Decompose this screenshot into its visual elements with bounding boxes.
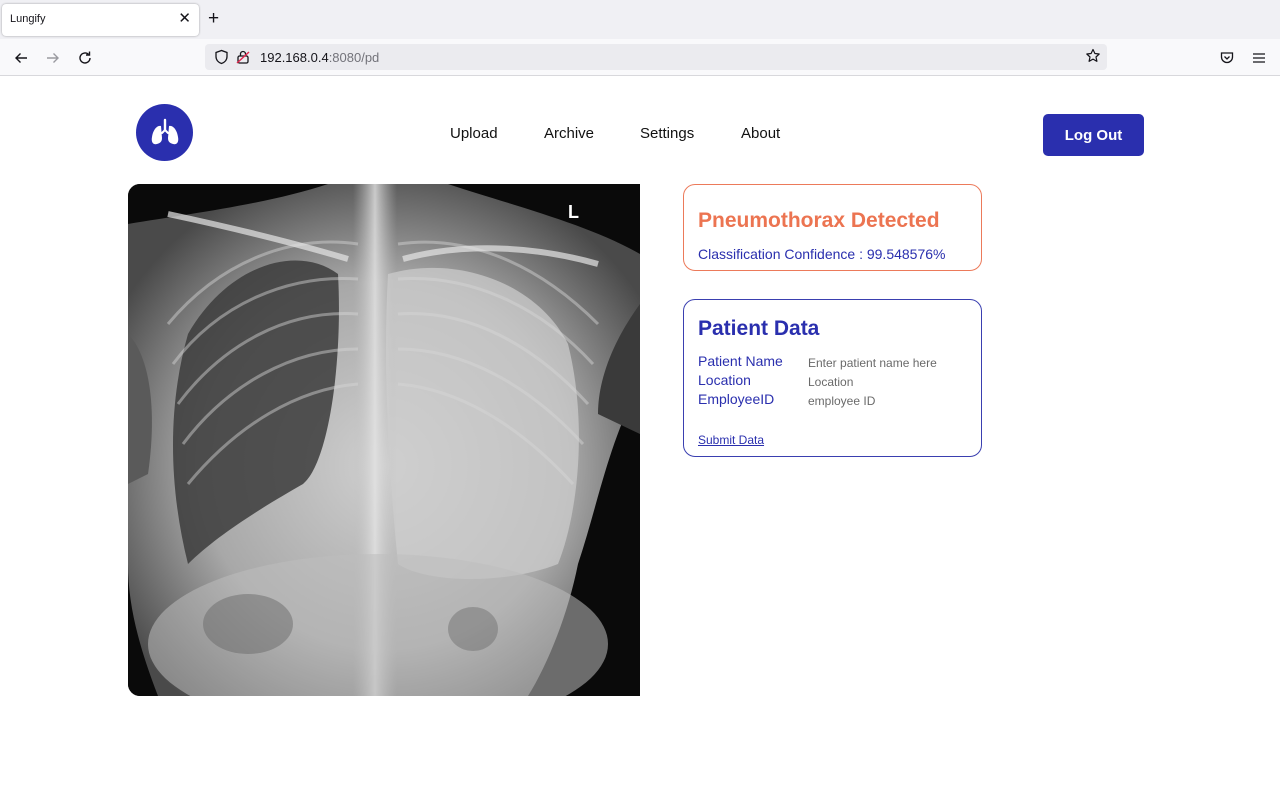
classification-confidence: Classification Confidence : 99.548576%	[698, 246, 946, 262]
shield-icon[interactable]	[214, 49, 229, 70]
forward-arrow-icon[interactable]	[42, 47, 64, 69]
chest-xray-image: L	[128, 184, 640, 696]
nav-archive[interactable]: Archive	[544, 125, 594, 142]
employee-id-input[interactable]	[808, 392, 968, 409]
detection-result: Pneumothorax Detected	[698, 209, 940, 232]
xray-side-marker: L	[568, 202, 579, 222]
bookmark-star-icon[interactable]	[1085, 48, 1101, 69]
url-text: 192.168.0.4:8080/pd	[260, 50, 379, 65]
reload-icon[interactable]	[74, 47, 96, 69]
patient-data-card: Patient Data Patient Name Location Emplo…	[683, 299, 982, 457]
log-out-button[interactable]: Log Out	[1043, 114, 1144, 156]
insecure-lock-icon[interactable]	[236, 49, 250, 70]
result-card: Pneumothorax Detected Classification Con…	[683, 184, 982, 271]
close-tab-icon[interactable]: ✕	[178, 11, 191, 27]
pocket-icon[interactable]	[1216, 47, 1238, 69]
patient-data-title: Patient Data	[698, 317, 820, 340]
location-label: Location	[698, 372, 751, 388]
browser-tabstrip: Lungify ✕ +	[0, 0, 1280, 39]
address-bar[interactable]: 192.168.0.4:8080/pd	[205, 44, 1107, 70]
back-arrow-icon[interactable]	[10, 47, 32, 69]
url-host: 192.168.0.4	[260, 50, 329, 65]
browser-tab[interactable]: Lungify ✕	[2, 4, 199, 36]
new-tab-icon[interactable]: +	[208, 8, 219, 30]
url-path: :8080/pd	[328, 50, 380, 65]
patient-name-label: Patient Name	[698, 353, 783, 369]
employee-id-label: EmployeeID	[698, 391, 775, 407]
submit-data-link[interactable]: Submit Data	[698, 433, 764, 447]
location-input[interactable]	[808, 373, 968, 390]
nav-about[interactable]: About	[741, 125, 780, 142]
browser-toolbar: 192.168.0.4:8080/pd	[0, 39, 1280, 76]
nav-upload[interactable]: Upload	[450, 125, 498, 142]
patient-name-input[interactable]	[808, 354, 968, 371]
menu-hamburger-icon[interactable]	[1248, 47, 1270, 69]
tab-title: Lungify	[10, 13, 46, 25]
nav-settings[interactable]: Settings	[640, 125, 694, 142]
